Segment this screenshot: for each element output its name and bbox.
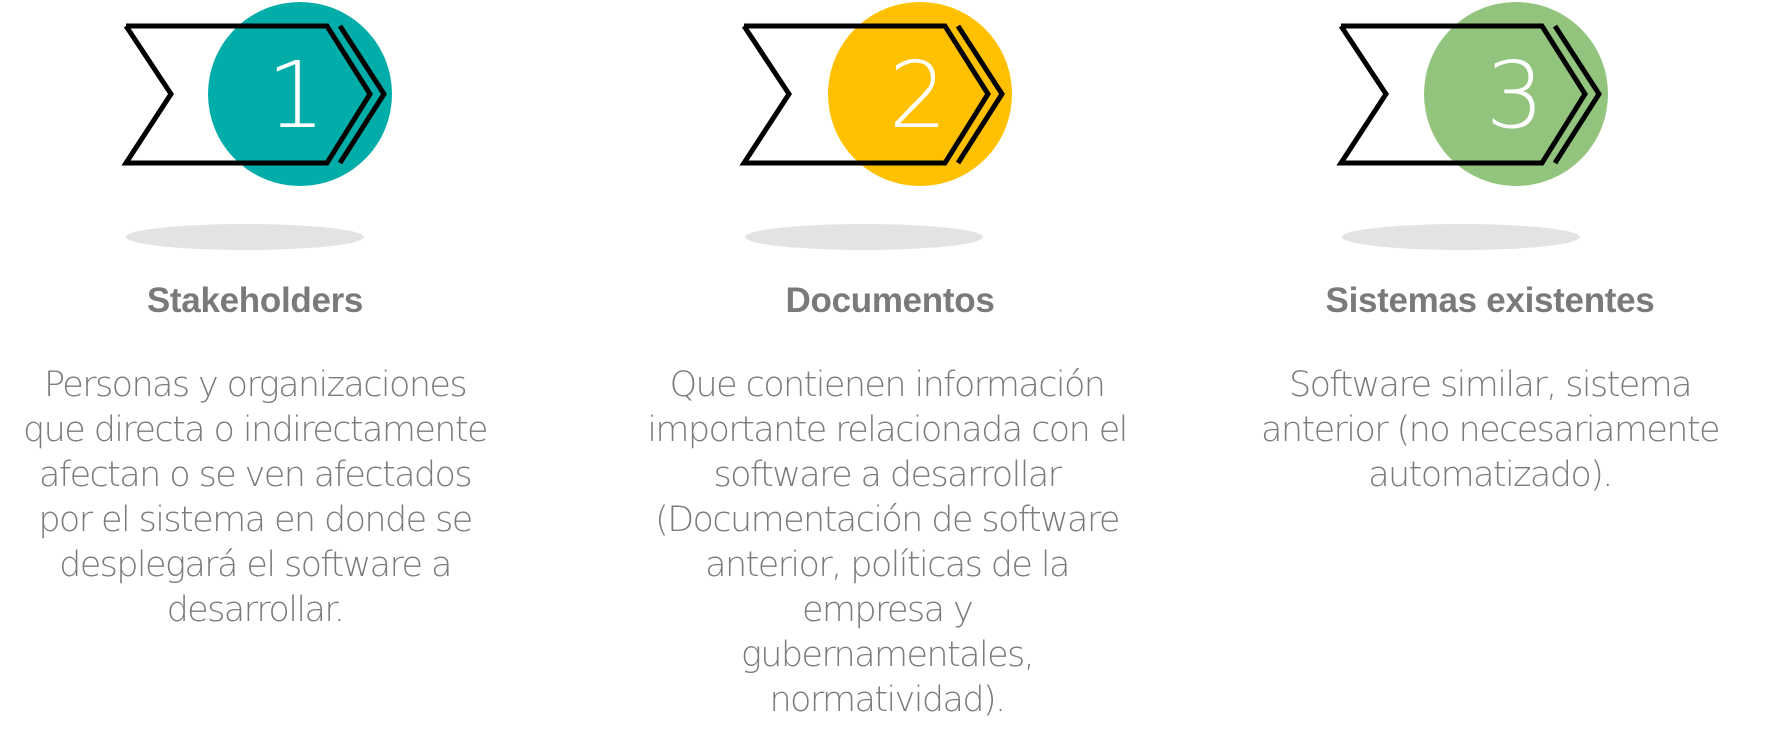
step-2-badge-graphic: 2: [739, 2, 1012, 186]
step-1-title: Stakeholders: [146, 281, 364, 320]
step-3-badge-graphic: 3: [1336, 2, 1608, 186]
step-2-description: Que contienen información importante rel…: [647, 365, 1128, 720]
step-2-badge: 2: [620, 0, 1110, 200]
step-1-badge-graphic: 1: [121, 2, 392, 186]
step-2-shadow: [745, 224, 983, 250]
step-1-shadow: [126, 224, 364, 250]
step-1-badge: 1: [0, 0, 490, 200]
step-3-description: Software similar, sistema anterior (no n…: [1261, 365, 1721, 495]
step-1: 1 Stakeholders Personas y organizaciones…: [0, 0, 490, 733]
step-3-shadow: [1342, 224, 1580, 250]
step-1-description: Personas y organizaciones que directa o …: [23, 365, 489, 630]
step-2-title: Documentos: [785, 281, 995, 320]
step-2-number: 2: [889, 42, 948, 149]
step-1-number: 1: [267, 42, 326, 149]
step-2: 2 Documentos Que contienen información i…: [620, 0, 1128, 733]
step-3-badge: 3: [1245, 0, 1735, 200]
step-3: 3 Sistemas existentes Software similar, …: [1245, 0, 1735, 733]
step-3-title: Sistemas existentes: [1325, 281, 1655, 320]
step-3-number: 3: [1486, 42, 1545, 149]
